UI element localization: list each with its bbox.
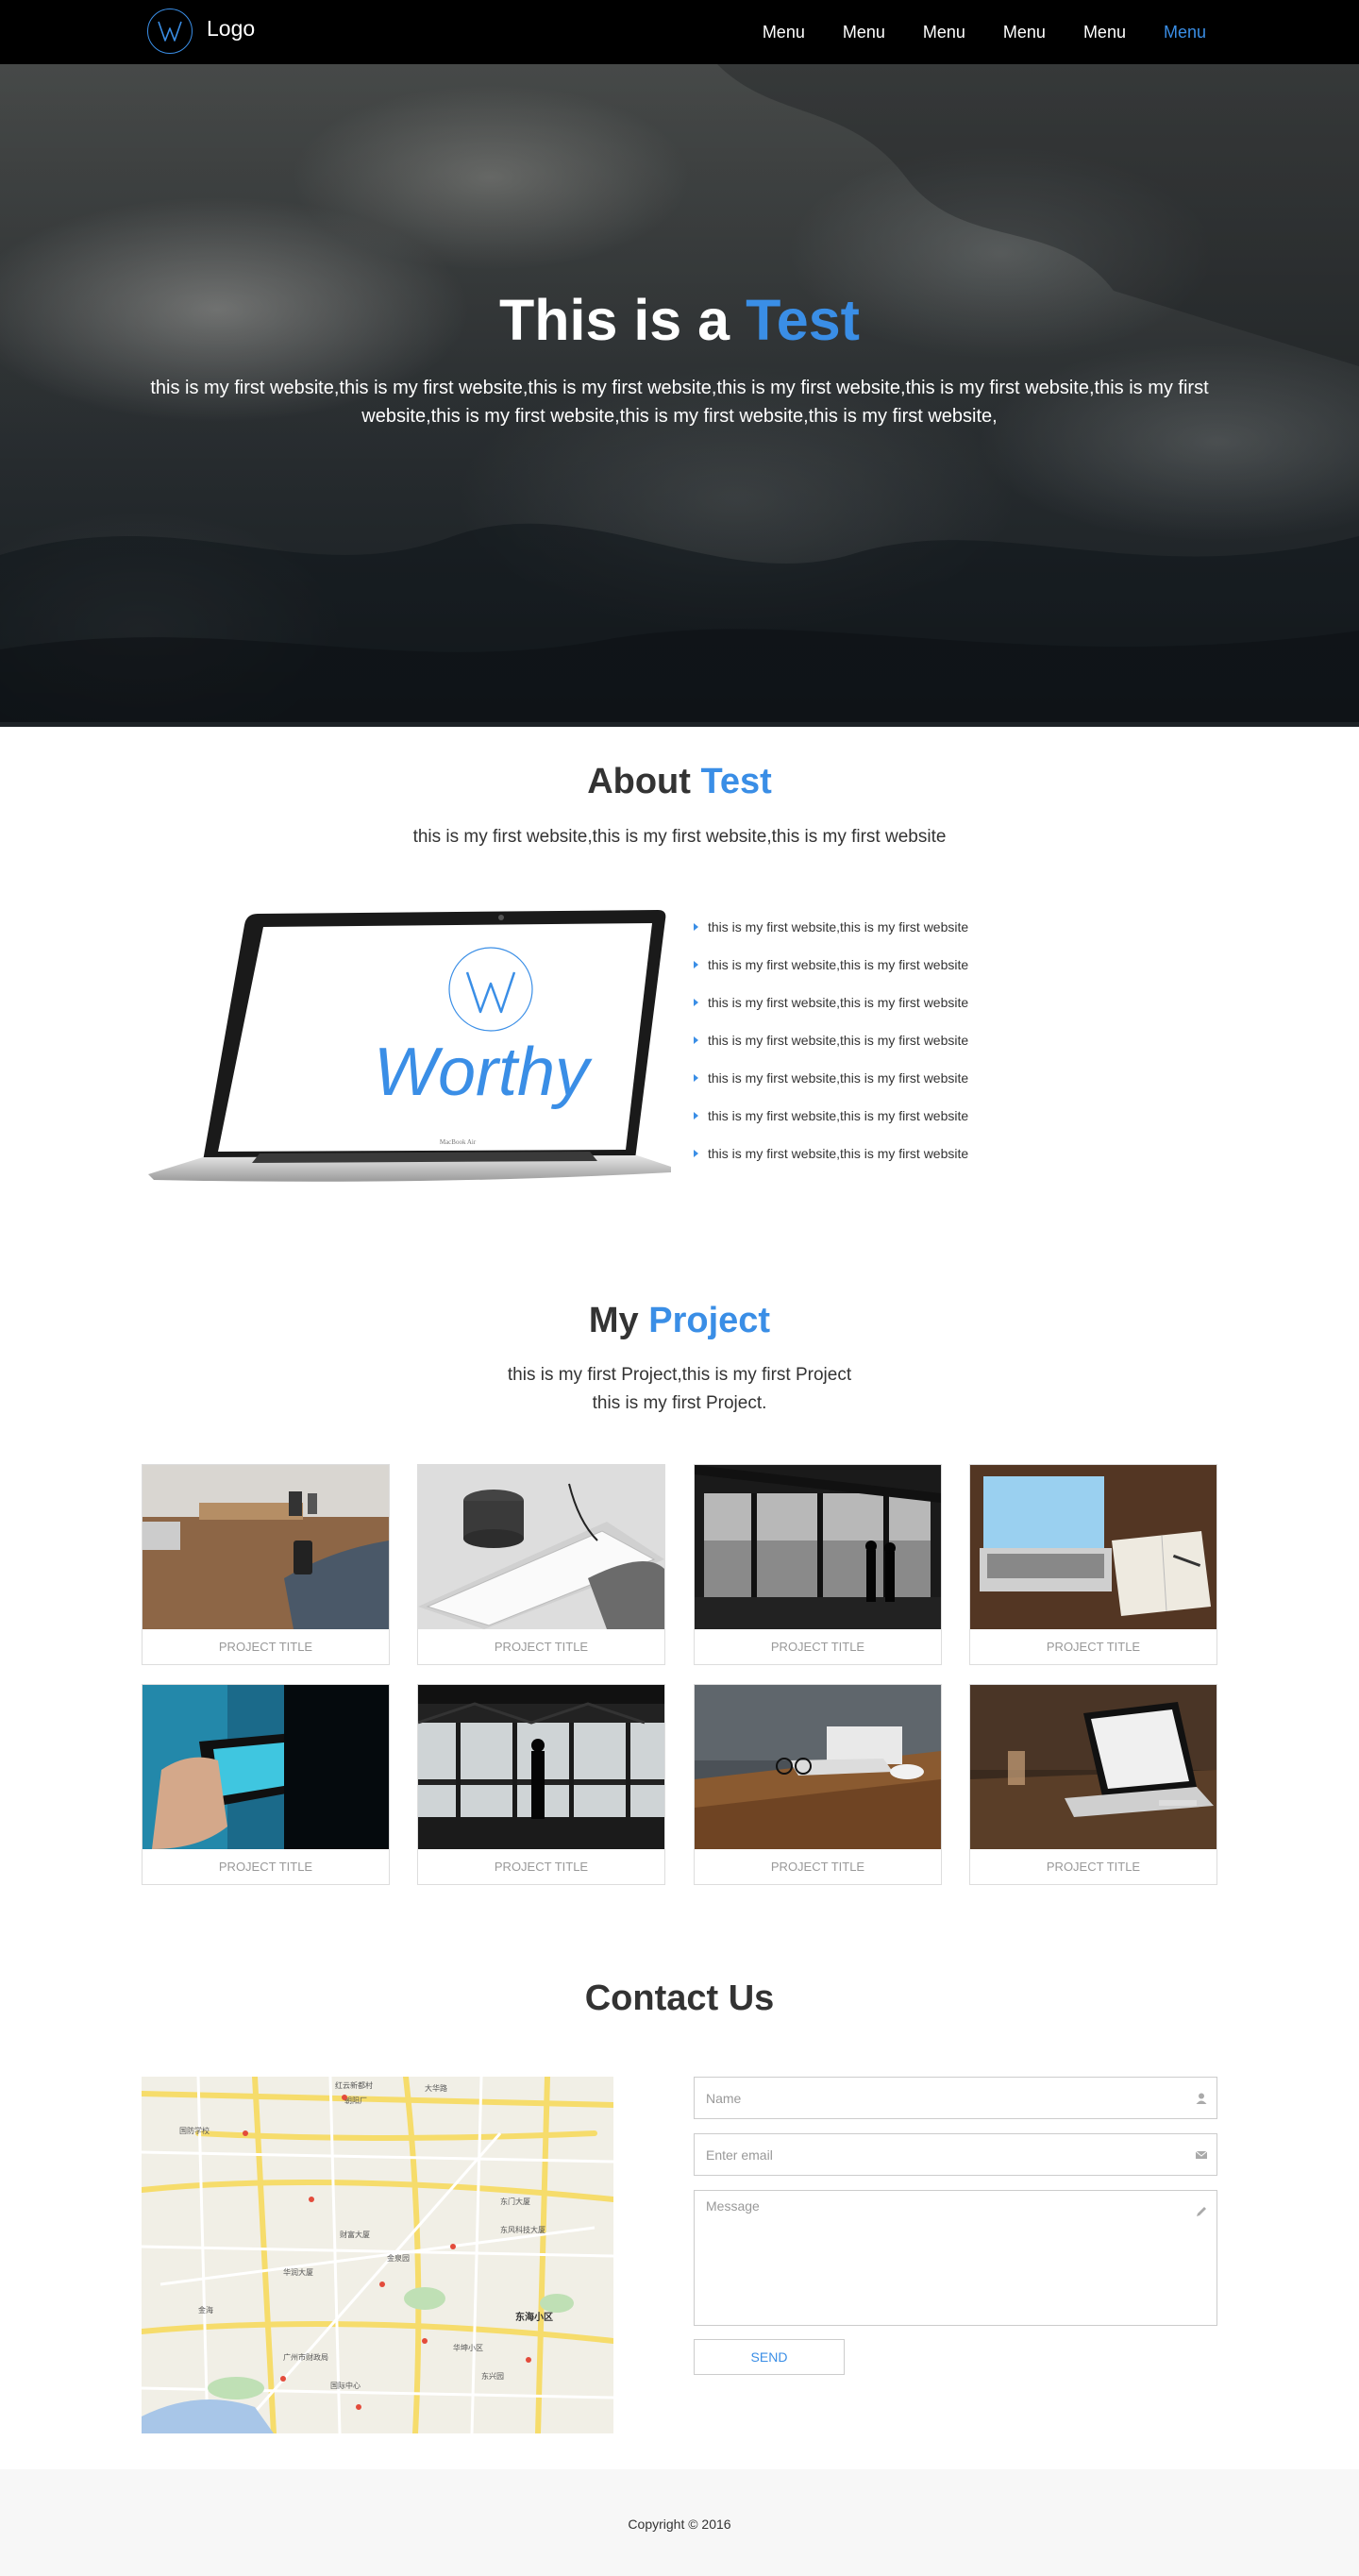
location-map[interactable]: 红云新都村 朝阳厂 大华路 国防学校 财富大厦 东风科技大厦 金泉园 华润大厦 … [142,2077,613,2433]
pencil-icon [1197,2207,1206,2216]
project-caption: PROJECT TITLE [218,1860,313,1874]
send-button[interactable]: SEND [694,2339,845,2375]
project-caption: PROJECT TITLE [1046,1640,1141,1654]
menu-item-1[interactable]: Menu [763,23,805,42]
projects-title: My Project [588,1301,771,1340]
project-photo-laptop-notebook [970,1465,1216,1629]
logo[interactable]: Logo [147,8,255,54]
project-card[interactable]: PROJECT TITLE [417,1684,665,1885]
menu-item-6-active[interactable]: Menu [1164,23,1206,42]
project-caption: PROJECT TITLE [494,1860,589,1874]
footer: Copyright © 2016 [0,2469,1359,2576]
menu-item-3[interactable]: Menu [923,23,965,42]
arrow-right-icon [694,923,698,931]
project-card[interactable]: PROJECT TITLE [694,1464,942,1665]
map-location-label: 东海小区 [515,2311,553,2323]
feature-item: this is my first website,this is my firs… [692,916,968,953]
projects-subtitle-line1: this is my first Project,this is my firs… [507,1365,852,1385]
svg-text:金海: 金海 [198,2305,213,2315]
laptop-illustration: Worthy MacBook Air [148,910,671,1182]
top-navbar: Logo Menu Menu Menu Menu Menu Menu [0,0,1359,64]
svg-text:财富大厦: 财富大厦 [340,2230,370,2239]
arrow-right-icon [694,1036,698,1044]
feature-item: this is my first website,this is my firs… [692,991,968,1029]
feature-item: this is my first website,this is my firs… [692,1142,968,1180]
hero-title: This is a Test [499,288,860,352]
project-card[interactable]: PROJECT TITLE [969,1464,1217,1665]
hero-banner: This is a Test this is my first website,… [0,64,1359,727]
message-field[interactable] [694,2190,1217,2326]
message-textarea[interactable] [695,2191,1216,2325]
project-photo-city-window [695,1465,941,1629]
menu-item-4[interactable]: Menu [1003,23,1046,42]
logo-text: Logo [207,15,256,41]
svg-text:朝阳厂: 朝阳厂 [344,2096,367,2105]
arrow-right-icon [694,999,698,1006]
arrow-right-icon [694,961,698,968]
project-caption: PROJECT TITLE [770,1860,865,1874]
laptop-model-label: MacBook Air [440,1138,477,1146]
name-field[interactable] [694,2077,1217,2119]
svg-text:大华路: 大华路 [425,2083,447,2093]
feature-item: this is my first website,this is my firs… [692,1104,968,1142]
about-title: About Test [587,762,772,801]
copyright-text: Copyright © 2016 [628,2517,731,2532]
email-field[interactable] [694,2133,1217,2176]
menu-item-5[interactable]: Menu [1083,23,1126,42]
project-photo-desk-phone [143,1465,389,1629]
menu-item-2[interactable]: Menu [843,23,885,42]
svg-text:东门大厦: 东门大厦 [500,2197,530,2206]
project-photo-laptop-table [970,1685,1216,1849]
name-input[interactable] [695,2078,1216,2118]
svg-text:红云新都村: 红云新都村 [335,2080,373,2090]
project-photo-phone-hand [143,1685,389,1849]
feature-item: this is my first website,this is my firs… [692,1029,968,1067]
svg-text:金泉园: 金泉园 [387,2253,410,2263]
project-caption: PROJECT TITLE [494,1640,589,1654]
projects-subtitle-line2: this is my first Project. [592,1393,767,1413]
contact-title: Contact Us [584,1978,775,2018]
project-card[interactable]: PROJECT TITLE [417,1464,665,1665]
laptop-brand-text: Worthy [374,1035,593,1110]
arrow-right-icon [694,1112,698,1120]
main-menu: Menu Menu Menu Menu Menu Menu [725,0,1206,64]
about-subtitle: this is my first website,this is my firs… [412,827,947,847]
project-photo-keyboard-mug [418,1465,664,1629]
arrow-right-icon [694,1150,698,1157]
project-card[interactable]: PROJECT TITLE [969,1684,1217,1885]
project-caption: PROJECT TITLE [770,1640,865,1654]
project-photo-glasses-desk [695,1685,941,1849]
svg-text:华润大厦: 华润大厦 [283,2267,313,2277]
project-caption: PROJECT TITLE [1046,1860,1141,1874]
svg-text:广州市财政局: 广州市财政局 [283,2352,328,2362]
arrow-right-icon [694,1074,698,1082]
user-icon [1196,2093,1207,2104]
hero-subtitle: this is my first website,this is my firs… [150,378,1209,427]
feature-item: this is my first website,this is my firs… [692,953,968,991]
project-card[interactable]: PROJECT TITLE [142,1684,390,1885]
feature-item: this is my first website,this is my firs… [692,1067,968,1104]
project-caption: PROJECT TITLE [218,1640,313,1654]
envelope-icon [1195,2150,1208,2159]
svg-text:华坤小区: 华坤小区 [453,2343,483,2352]
svg-text:东风科技大厦: 东风科技大厦 [500,2225,545,2234]
project-photo-silhouette-window [418,1685,664,1849]
project-card[interactable]: PROJECT TITLE [694,1684,942,1885]
logo-w-icon [147,8,193,54]
email-input[interactable] [695,2134,1216,2175]
svg-text:东兴园: 东兴园 [481,2371,504,2381]
about-feature-list: this is my first website,this is my firs… [692,916,968,1180]
project-card[interactable]: PROJECT TITLE [142,1464,390,1665]
svg-text:国防学校: 国防学校 [179,2126,210,2135]
svg-text:国际中心: 国际中心 [330,2381,361,2390]
